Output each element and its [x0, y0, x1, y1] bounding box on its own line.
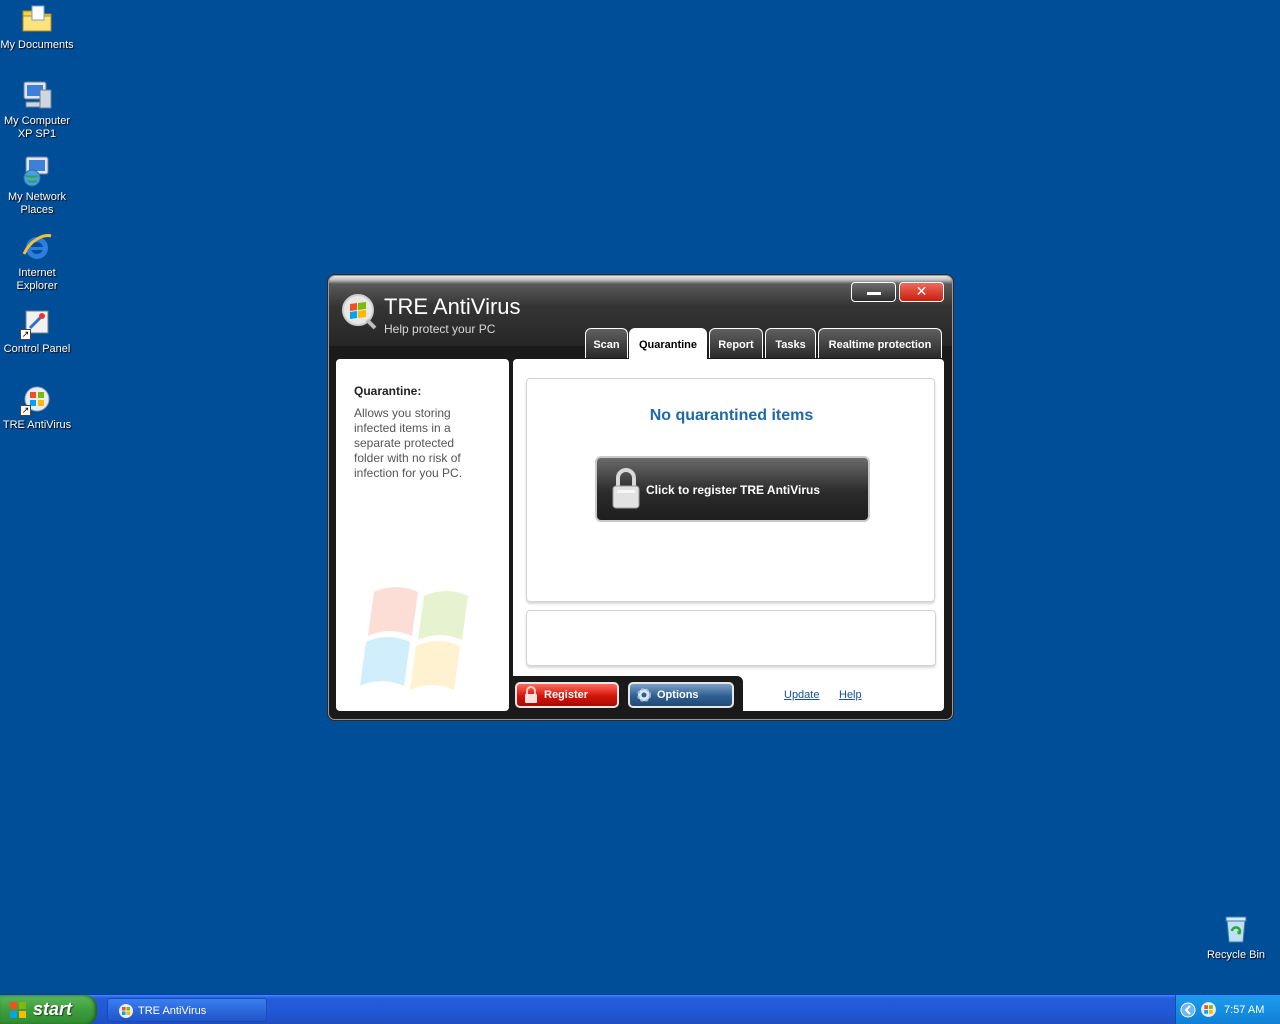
desktop-icon-label: Control Panel [3, 343, 71, 355]
tre-antivirus-icon: ↗ [20, 382, 54, 416]
tre-antivirus-tray-icon[interactable] [1200, 1001, 1217, 1018]
system-tray: 7:57 AM [1175, 995, 1280, 1024]
app-title: TRE AntiVirus [384, 294, 521, 319]
windows-flag-watermark-icon [356, 584, 486, 699]
quarantine-list: No quarantined items Click to register T… [526, 378, 935, 602]
gear-icon [635, 686, 653, 704]
padlock-icon [522, 686, 540, 704]
folder-icon [20, 2, 54, 36]
desktop-icon-my-documents[interactable]: My Documents [0, 2, 74, 52]
options-button[interactable]: Options [628, 682, 734, 708]
taskbar-item-tre-antivirus[interactable]: TRE AntiVirus [107, 998, 267, 1022]
minimize-button[interactable] [851, 282, 896, 302]
clock[interactable]: 7:57 AM [1224, 1004, 1264, 1016]
update-link[interactable]: Update [784, 689, 819, 701]
register-label: Register [544, 689, 589, 701]
start-label: start [33, 999, 73, 1019]
tab-scan[interactable]: Scan [585, 328, 628, 358]
click-to-register-label: Click to register TRE AntiVirus [646, 483, 821, 497]
side-panel-description: Allows you storing infected items in a s… [354, 406, 463, 480]
recycle-bin-icon [1219, 912, 1253, 946]
taskbar: start TRE AntiVirus 7:57 AM [0, 994, 1280, 1024]
desktop-icon-control-panel[interactable]: ↗ Control Panel [0, 306, 74, 356]
window-header[interactable]: TRE AntiVirus Help protect your PC ✕ Sca… [329, 276, 952, 359]
desktop-icon-label: My Network Places [7, 191, 67, 216]
desktop-icon-tre-antivirus[interactable]: ↗ TRE AntiVirus [0, 382, 74, 432]
close-button[interactable]: ✕ [899, 282, 944, 302]
taskbar-item-label: TRE AntiVirus [138, 1005, 207, 1017]
shortcut-arrow-icon: ↗ [20, 405, 31, 416]
desktop-icon-my-network-places[interactable]: My Network Places [0, 154, 74, 217]
padlock-icon [609, 466, 643, 512]
help-link[interactable]: Help [839, 689, 862, 701]
desktop-icon-label: My Documents [0, 39, 74, 51]
desktop-icon-internet-explorer[interactable]: Internet Explorer [0, 230, 74, 293]
desktop-icon-recycle-bin[interactable]: Recycle Bin [1199, 912, 1273, 962]
tab-bar: Scan Quarantine Report Tasks Realtime pr… [329, 328, 952, 359]
tab-quarantine[interactable]: Quarantine [629, 328, 707, 359]
main-content-panel: No quarantined items Click to register T… [513, 359, 944, 711]
desktop-icon-my-computer[interactable]: My Computer XP SP1 [0, 78, 74, 141]
side-info-panel: Quarantine: Allows you storing infected … [336, 359, 509, 711]
start-button[interactable]: start [0, 995, 97, 1024]
show-hidden-icons-chevron-icon[interactable] [1180, 1002, 1196, 1018]
internet-explorer-icon [20, 230, 54, 264]
status-area [526, 610, 936, 666]
windows-logo-icon [9, 1001, 27, 1019]
app-logo-icon [339, 291, 381, 333]
network-globe-icon [20, 154, 54, 188]
tre-antivirus-icon [118, 1003, 134, 1019]
options-label: Options [657, 689, 699, 701]
register-button[interactable]: Register [515, 682, 619, 708]
desktop-icon-label: Internet Explorer [16, 267, 58, 292]
empty-quarantine-message: No quarantined items [649, 407, 814, 424]
computer-icon [20, 78, 54, 112]
side-panel-title: Quarantine: [354, 384, 422, 398]
control-panel-icon: ↗ [20, 306, 54, 340]
minimize-icon [866, 292, 881, 295]
tab-report[interactable]: Report [709, 328, 763, 358]
close-icon: ✕ [915, 283, 928, 299]
tre-antivirus-window: TRE AntiVirus Help protect your PC ✕ Sca… [328, 275, 953, 720]
click-to-register-button[interactable]: Click to register TRE AntiVirus [595, 456, 870, 522]
desktop-icon-label: My Computer XP SP1 [3, 115, 71, 140]
tab-tasks[interactable]: Tasks [765, 328, 816, 358]
desktop-icon-label: TRE AntiVirus [2, 419, 72, 431]
shortcut-arrow-icon: ↗ [20, 329, 31, 340]
desktop-icon-label: Recycle Bin [1206, 949, 1266, 961]
tab-realtime-protection[interactable]: Realtime protection [818, 328, 942, 358]
